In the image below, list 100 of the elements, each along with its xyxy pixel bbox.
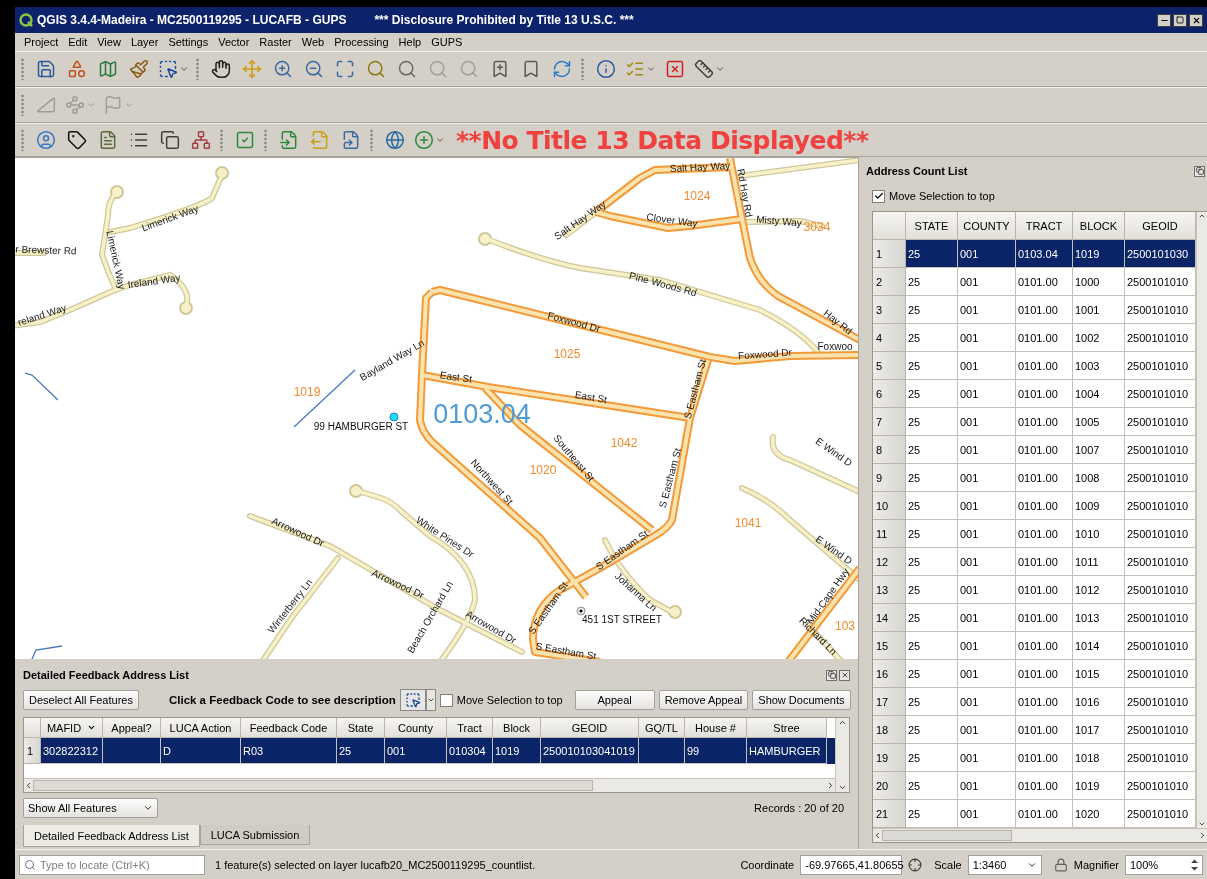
table-row[interactable]: 5 25 001 0101.00 1003 2500101010 xyxy=(873,352,1196,380)
column-header[interactable]: Tract xyxy=(447,718,493,738)
table-row[interactable]: 17 25 001 0101.00 1016 2500101010 xyxy=(873,688,1196,716)
column-header[interactable]: COUNTY xyxy=(958,212,1016,240)
row-header[interactable]: 5 xyxy=(873,352,906,380)
table-row[interactable]: 1 25 001 0103.04 1019 2500101030 xyxy=(873,240,1196,268)
scrollbar-thumb[interactable] xyxy=(33,780,593,791)
table-row[interactable]: 14 25 001 0101.00 1013 2500101010 xyxy=(873,604,1196,632)
row-header[interactable]: 1 xyxy=(24,738,41,764)
lock-icon[interactable] xyxy=(1053,857,1068,872)
action-button[interactable]: Show Documents xyxy=(752,690,851,710)
locator-field[interactable]: Type to locate (Ctrl+K) xyxy=(19,854,205,875)
column-header[interactable]: State xyxy=(337,718,385,738)
row-header[interactable]: 13 xyxy=(873,576,906,604)
table-row[interactable]: 16 25 001 0101.00 1015 2500101010 xyxy=(873,660,1196,688)
menu-item[interactable]: Settings xyxy=(163,36,214,48)
row-header[interactable]: 21 xyxy=(873,800,906,828)
menu-item[interactable]: Layer xyxy=(125,36,164,48)
table-row[interactable]: 19 25 001 0101.00 1018 2500101010 xyxy=(873,744,1196,772)
table-row[interactable]: 1 302822312 D R03 25 001 010304 1019 250010103041019 99 HAMBURGER xyxy=(24,738,835,764)
float-button[interactable] xyxy=(826,669,837,681)
column-header[interactable]: TRACT xyxy=(1016,212,1073,240)
row-header[interactable]: 11 xyxy=(873,520,906,548)
column-header[interactable]: GEOID xyxy=(1125,212,1196,240)
row-header[interactable]: 17 xyxy=(873,688,906,716)
row-header[interactable]: 7 xyxy=(873,408,906,436)
column-header[interactable]: Feedback Code xyxy=(241,718,337,738)
action-button[interactable]: Appeal xyxy=(574,690,655,710)
checkbox-label[interactable]: Move Selection to top xyxy=(456,694,563,706)
deselect-all-button[interactable]: Deselect All Features xyxy=(23,690,139,710)
spin-arrows-icon[interactable] xyxy=(1190,857,1199,872)
row-header[interactable]: 14 xyxy=(873,604,906,632)
crosshair-icon[interactable] xyxy=(908,857,923,872)
row-header[interactable]: 2 xyxy=(873,268,906,296)
menu-item[interactable]: Help xyxy=(393,36,427,48)
dock-tab[interactable]: LUCA Submission xyxy=(199,825,311,845)
table-row[interactable]: 12 25 001 0101.00 1011 2500101010 xyxy=(873,548,1196,576)
dropdown-button[interactable] xyxy=(425,689,436,711)
row-header[interactable]: 8 xyxy=(873,436,906,464)
table-row[interactable]: 3 25 001 0101.00 1001 2500101010 xyxy=(873,296,1196,324)
checkbox[interactable] xyxy=(439,693,453,707)
row-header[interactable]: 1 xyxy=(873,240,906,268)
row-header[interactable]: 4 xyxy=(873,324,906,352)
table-row[interactable]: 8 25 001 0101.00 1007 2500101010 xyxy=(873,436,1196,464)
table-row[interactable]: 15 25 001 0101.00 1014 2500101010 xyxy=(873,632,1196,660)
column-header[interactable]: STATE xyxy=(906,212,958,240)
column-header[interactable]: House # xyxy=(685,718,747,738)
float-button[interactable] xyxy=(1194,165,1205,177)
menu-item[interactable]: GUPS xyxy=(426,36,468,48)
row-header[interactable]: 12 xyxy=(873,548,906,576)
minimize-button[interactable] xyxy=(1157,13,1171,27)
column-header[interactable]: Stree xyxy=(747,718,827,738)
menu-item[interactable]: Raster xyxy=(254,36,297,48)
menu-item[interactable]: View xyxy=(92,36,126,48)
table-row[interactable]: 6 25 001 0101.00 1004 2500101010 xyxy=(873,380,1196,408)
horizontal-scrollbar[interactable] xyxy=(24,778,835,792)
toolbar-handle[interactable] xyxy=(581,58,584,80)
row-header[interactable]: 19 xyxy=(873,744,906,772)
row-header[interactable]: 6 xyxy=(873,380,906,408)
toolbar-handle[interactable] xyxy=(21,129,24,151)
checkbox[interactable] xyxy=(872,189,885,203)
scrollbar-thumb[interactable] xyxy=(882,830,1012,841)
toolbar-handle[interactable] xyxy=(220,129,223,151)
toolbar-handle[interactable] xyxy=(21,94,24,116)
row-header[interactable]: 9 xyxy=(873,464,906,492)
menu-item[interactable]: Project xyxy=(19,36,64,48)
toolbar-handle[interactable] xyxy=(370,129,373,151)
menu-item[interactable]: Vector xyxy=(213,36,255,48)
column-header[interactable]: GQ/TL xyxy=(639,718,685,738)
close-button[interactable] xyxy=(839,669,850,681)
table-row[interactable]: 13 25 001 0101.00 1012 2500101010 xyxy=(873,576,1196,604)
coordinate-field[interactable]: -69.97665,41.80655 xyxy=(800,854,903,875)
close-button[interactable] xyxy=(1189,13,1203,27)
dock-tab[interactable]: Detailed Feedback Address List xyxy=(23,825,200,847)
table-row[interactable]: 11 25 001 0101.00 1010 2500101010 xyxy=(873,520,1196,548)
table-row[interactable]: 4 25 001 0101.00 1002 2500101010 xyxy=(873,324,1196,352)
column-header[interactable]: Block xyxy=(493,718,541,738)
table-row[interactable]: 10 25 001 0101.00 1009 2500101010 xyxy=(873,492,1196,520)
horizontal-scrollbar[interactable] xyxy=(873,828,1207,842)
menu-item[interactable]: Web xyxy=(296,36,330,48)
toolbar-handle[interactable] xyxy=(21,58,24,80)
select-tool-button[interactable] xyxy=(399,689,426,711)
filter-dropdown[interactable]: Show All Features xyxy=(23,798,158,818)
action-button[interactable]: Remove Appeal xyxy=(658,690,749,710)
menu-item[interactable]: Processing xyxy=(329,36,394,48)
column-header[interactable]: LUCA Action xyxy=(161,718,241,738)
column-header[interactable]: BLOCK xyxy=(1073,212,1125,240)
checkbox-label[interactable]: Move Selection to top xyxy=(889,190,995,202)
row-header[interactable]: 15 xyxy=(873,632,906,660)
table-row[interactable]: 9 25 001 0101.00 1008 2500101010 xyxy=(873,464,1196,492)
row-header[interactable]: 3 xyxy=(873,296,906,324)
row-header[interactable]: 16 xyxy=(873,660,906,688)
table-row[interactable]: 18 25 001 0101.00 1017 2500101010 xyxy=(873,716,1196,744)
vertical-scrollbar[interactable] xyxy=(835,718,849,792)
row-header[interactable]: 10 xyxy=(873,492,906,520)
table-row[interactable]: 7 25 001 0101.00 1005 2500101010 xyxy=(873,408,1196,436)
vertical-scrollbar[interactable] xyxy=(1196,212,1207,828)
menu-item[interactable]: Edit xyxy=(63,36,93,48)
table-row[interactable]: 2 25 001 0101.00 1000 2500101010 xyxy=(873,268,1196,296)
toolbar-handle[interactable] xyxy=(264,129,267,151)
